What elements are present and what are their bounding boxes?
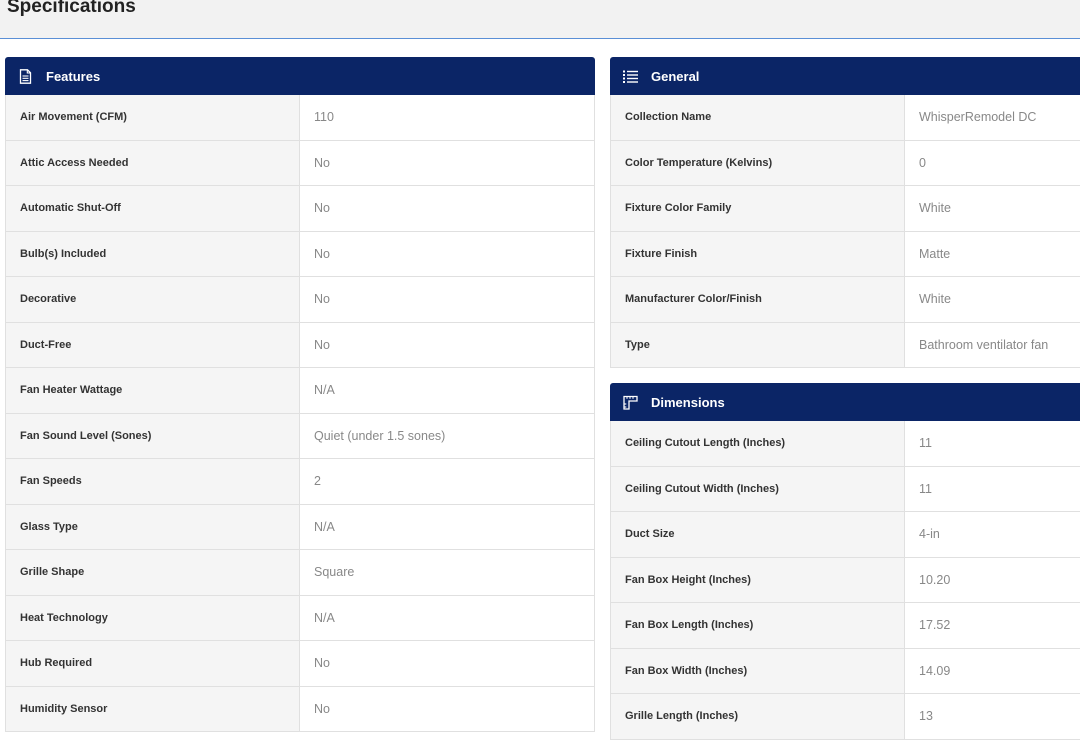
spec-label: Hub Required: [6, 641, 300, 686]
general-panel-header: General: [610, 57, 1080, 95]
spec-value: 2: [300, 459, 594, 504]
spec-label: Fan Heater Wattage: [6, 368, 300, 413]
ruler-icon: [622, 394, 638, 410]
general-panel: General Collection Name WhisperRemodel DC…: [610, 57, 1080, 368]
spec-label: Glass Type: [6, 504, 300, 549]
features-panel: Features Air Movement (CFM) 110 Attic Acce…: [5, 57, 595, 732]
page-header: Specifications: [0, 0, 1080, 39]
spec-row: Fan Speeds 2: [5, 459, 595, 505]
spec-row: Air Movement (CFM) 110: [5, 95, 595, 141]
spec-row: Automatic Shut-Off No: [5, 186, 595, 232]
spec-value: Matte: [905, 231, 1080, 276]
spec-value: No: [300, 686, 594, 731]
spec-label: Color Temperature (Kelvins): [611, 140, 905, 185]
spec-row: Attic Access Needed No: [5, 140, 595, 186]
features-panel-header: Features: [5, 57, 595, 95]
spec-value: 0: [905, 140, 1080, 185]
spec-label: Manufacturer Color/Finish: [611, 277, 905, 322]
spec-label: Fixture Finish: [611, 231, 905, 276]
spec-value: No: [300, 322, 594, 367]
spec-value: WhisperRemodel DC: [905, 95, 1080, 140]
spec-value: Quiet (under 1.5 sones): [300, 413, 594, 458]
spec-row: Ceiling Cutout Length (Inches) 11: [610, 421, 1080, 467]
spec-label: Fan Sound Level (Sones): [6, 413, 300, 458]
spec-value: 4-in: [905, 512, 1080, 557]
spec-label: Ceiling Cutout Length (Inches): [611, 421, 905, 466]
spec-label: Collection Name: [611, 95, 905, 140]
spec-value: No: [300, 186, 594, 231]
spec-label: Fan Box Length (Inches): [611, 603, 905, 648]
spec-value: Bathroom ventilator fan: [905, 322, 1080, 367]
spec-row: Color Temperature (Kelvins) 0: [610, 140, 1080, 186]
dimensions-panel: Dimensions Ceiling Cutout Length (Inches…: [610, 383, 1080, 740]
spec-row: Collection Name WhisperRemodel DC: [610, 95, 1080, 141]
spec-label: Fan Box Width (Inches): [611, 648, 905, 693]
spec-row: Humidity Sensor No: [5, 686, 595, 732]
dimensions-table: Ceiling Cutout Length (Inches) 11 Ceiling …: [610, 421, 1080, 740]
spec-row: Duct-Free No: [5, 322, 595, 368]
spec-value: No: [300, 140, 594, 185]
spec-value: 110: [300, 95, 594, 140]
spec-row: Hub Required No: [5, 641, 595, 687]
spec-label: Fan Speeds: [6, 459, 300, 504]
spec-value: 11: [905, 421, 1080, 466]
spec-label: Fixture Color Family: [611, 186, 905, 231]
spec-label: Air Movement (CFM): [6, 95, 300, 140]
spec-row: Manufacturer Color/Finish White: [610, 277, 1080, 323]
spec-row: Fixture Finish Matte: [610, 231, 1080, 277]
spec-label: Duct-Free: [6, 322, 300, 367]
spec-value: White: [905, 277, 1080, 322]
spec-label: Heat Technology: [6, 595, 300, 640]
features-panel-title: Features: [46, 68, 101, 84]
spec-value: N/A: [300, 504, 594, 549]
spec-value: 13: [905, 694, 1080, 739]
general-panel-title: General: [651, 68, 700, 84]
spec-row: Decorative No: [5, 277, 595, 323]
page-title: Specifications: [7, 0, 136, 17]
spec-label: Grille Length (Inches): [611, 694, 905, 739]
spec-value: N/A: [300, 368, 594, 413]
spec-label: Humidity Sensor: [6, 686, 300, 731]
spec-label: Automatic Shut-Off: [6, 186, 300, 231]
document-icon: [17, 68, 33, 84]
spec-row: Ceiling Cutout Width (Inches) 11: [610, 466, 1080, 512]
spec-value: No: [300, 277, 594, 322]
spec-label: Fan Box Height (Inches): [611, 557, 905, 602]
spec-value: No: [300, 641, 594, 686]
spec-row: Glass Type N/A: [5, 504, 595, 550]
spec-label: Bulb(s) Included: [6, 231, 300, 276]
spec-label: Grille Shape: [6, 550, 300, 595]
spec-value: 11: [905, 466, 1080, 511]
spec-row: Type Bathroom ventilator fan: [610, 322, 1080, 368]
spec-row: Fan Box Length (Inches) 17.52: [610, 603, 1080, 649]
general-table: Collection Name WhisperRemodel DC Color Te…: [610, 95, 1080, 368]
spec-value: 10.20: [905, 557, 1080, 602]
spec-label: Attic Access Needed: [6, 140, 300, 185]
spec-value: 17.52: [905, 603, 1080, 648]
spec-label: Duct Size: [611, 512, 905, 557]
dimensions-panel-header: Dimensions: [610, 383, 1080, 421]
dimensions-panel-title: Dimensions: [651, 394, 725, 410]
spec-row: Fan Sound Level (Sones) Quiet (under 1.5 …: [5, 413, 595, 459]
spec-row: Duct Size 4-in: [610, 512, 1080, 558]
spec-row: Grille Shape Square: [5, 550, 595, 596]
spec-value: 14.09: [905, 648, 1080, 693]
spec-label: Type: [611, 322, 905, 367]
spec-row: Heat Technology N/A: [5, 595, 595, 641]
spec-row: Bulb(s) Included No: [5, 231, 595, 277]
list-icon: [622, 68, 638, 84]
spec-label: Ceiling Cutout Width (Inches): [611, 466, 905, 511]
spec-row: Fan Box Height (Inches) 10.20: [610, 557, 1080, 603]
features-table: Air Movement (CFM) 110 Attic Access Needed…: [5, 95, 595, 732]
spec-row: Fan Box Width (Inches) 14.09: [610, 648, 1080, 694]
spec-value: Square: [300, 550, 594, 595]
spec-value: White: [905, 186, 1080, 231]
spec-row: Grille Length (Inches) 13: [610, 694, 1080, 740]
spec-value: N/A: [300, 595, 594, 640]
spec-row: Fan Heater Wattage N/A: [5, 368, 595, 414]
spec-row: Fixture Color Family White: [610, 186, 1080, 232]
spec-label: Decorative: [6, 277, 300, 322]
spec-value: No: [300, 231, 594, 276]
